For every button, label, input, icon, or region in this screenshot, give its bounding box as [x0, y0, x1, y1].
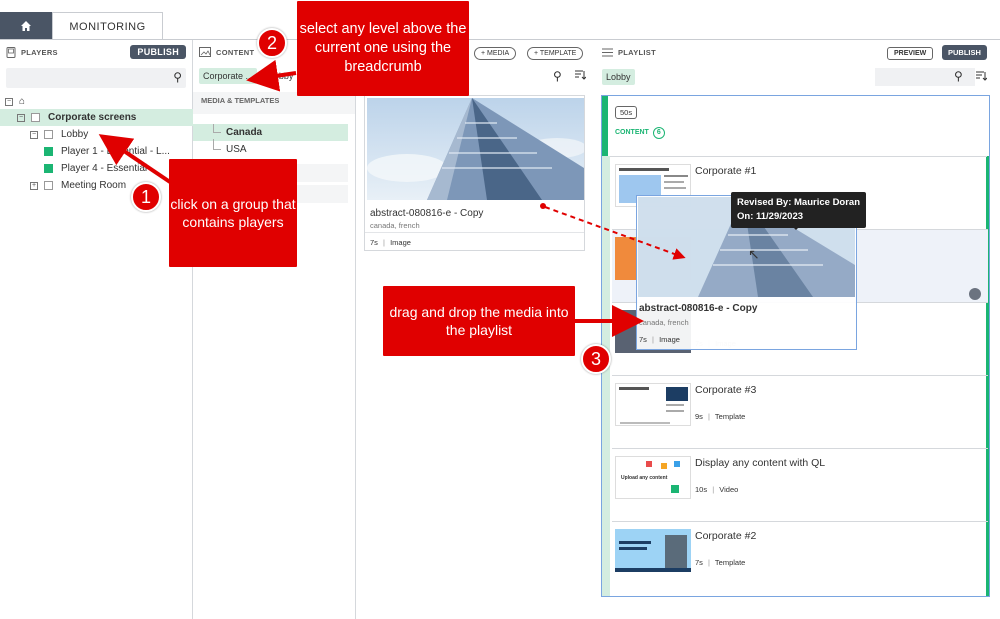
arrow-1 — [98, 134, 172, 184]
drag-path — [544, 206, 686, 260]
step-number-3: 3 — [581, 344, 611, 374]
arrow-2 — [246, 59, 297, 92]
annotation-1: click on a group that contains players — [169, 159, 297, 267]
annotation-3: drag and drop the media into the playlis… — [383, 286, 575, 356]
step-number-1: 1 — [131, 182, 161, 212]
annotation-2: select any level above the current one u… — [297, 1, 469, 96]
step-number-2: 2 — [257, 28, 287, 58]
